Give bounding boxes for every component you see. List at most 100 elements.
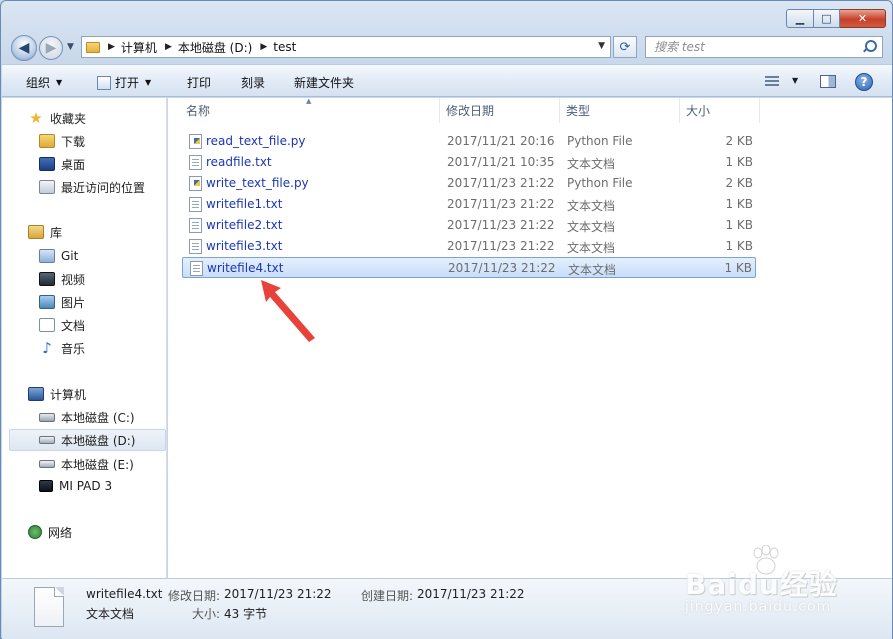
star-icon: ★ (29, 109, 43, 127)
file-row[interactable]: write_text_file.py 2017/11/23 21:22 Pyth… (182, 173, 756, 194)
details-created-label: 创建日期: (361, 589, 414, 603)
file-type: Python File (567, 176, 633, 190)
refresh-icon: ⟳ (619, 39, 631, 55)
file-modified: 2017/11/23 21:22 (447, 197, 555, 211)
baidu-watermark: Baidu经验 jingyan.baidu.com (681, 541, 851, 621)
file-size: 2 KB (725, 176, 753, 190)
drive-icon (39, 436, 55, 444)
maximize-button[interactable]: □ (814, 9, 840, 28)
recent-places-icon (39, 180, 55, 194)
text-file-icon (189, 218, 202, 233)
file-row[interactable]: read_text_file.py 2017/11/21 20:16 Pytho… (182, 131, 756, 152)
pictures-icon (39, 295, 55, 309)
breadcrumb-computer[interactable]: 计算机 (121, 39, 157, 56)
breadcrumb-test[interactable]: test (273, 40, 296, 54)
library-icon (28, 225, 44, 239)
windows-drive-icon (39, 412, 55, 422)
folder-icon (86, 41, 100, 53)
recent-pages-dropdown[interactable]: ▼ (67, 42, 74, 52)
file-size: 1 KB (725, 197, 753, 211)
breadcrumb-drive-d[interactable]: 本地磁盘 (D:) (178, 39, 252, 56)
text-file-icon (189, 239, 202, 254)
change-view-icon[interactable] (765, 76, 779, 86)
watermark-url: jingyan.baidu.com (685, 599, 832, 615)
nav-item-label: 最近访问的位置 (61, 180, 146, 195)
breadcrumb-separator-icon[interactable]: ▶ (260, 42, 267, 52)
forward-button[interactable]: ▶ (39, 36, 63, 60)
nav-item-label: 下载 (61, 134, 86, 149)
documents-icon (39, 318, 55, 332)
details-file-type: 文本文档 (86, 607, 135, 621)
nav-item-label: 本地磁盘 (C:) (61, 410, 135, 425)
nav-item-label: 本地磁盘 (E:) (61, 457, 134, 472)
nav-favorites-label: 收藏夹 (50, 111, 87, 126)
search-input[interactable] (654, 40, 862, 54)
column-header-date-modified[interactable]: 修改日期 (440, 98, 560, 123)
address-dropdown-icon[interactable]: ▼ (598, 41, 605, 51)
open-icon (97, 75, 111, 90)
videos-icon (39, 272, 55, 286)
desktop-icon (39, 157, 55, 171)
refresh-button[interactable]: ⟳ (613, 36, 637, 58)
file-row[interactable]: writefile1.txt 2017/11/23 21:22 文本文档 1 K… (182, 194, 756, 215)
open-menu[interactable]: 打开 ▼ (97, 74, 151, 91)
column-header-size[interactable]: 大小 (680, 98, 760, 123)
annotation-arrow-icon (261, 280, 315, 342)
column-header-name[interactable]: 名称 (180, 98, 440, 123)
details-size-value: 43 字节 (224, 607, 268, 621)
help-icon[interactable]: ? (855, 73, 873, 91)
nav-item-label: 文档 (61, 318, 86, 333)
file-row[interactable]: writefile2.txt 2017/11/23 21:22 文本文档 1 K… (182, 215, 756, 236)
network-icon (28, 525, 42, 539)
organize-label: 组织 (26, 76, 51, 90)
address-bar[interactable]: ▶ 计算机 ▶ 本地磁盘 (D:) ▶ test ▼ (81, 36, 611, 58)
python-file-icon (189, 134, 202, 149)
breadcrumb-separator-icon[interactable]: ▶ (108, 42, 115, 52)
file-size: 1 KB (725, 155, 753, 169)
nav-computer-label: 计算机 (50, 387, 87, 402)
python-file-icon (189, 176, 202, 191)
search-box[interactable] (645, 36, 883, 58)
burn-button[interactable]: 刻录 (241, 74, 265, 91)
text-file-large-icon (34, 587, 64, 627)
file-modified: 2017/11/21 10:35 (447, 155, 555, 169)
portable-device-icon (39, 480, 53, 492)
open-label: 打开 (115, 76, 140, 90)
file-name: writefile1.txt (206, 197, 283, 211)
file-type: 文本文档 (567, 241, 616, 255)
search-icon[interactable] (862, 40, 877, 54)
file-type: Python File (567, 134, 633, 148)
nav-item-label: 视频 (61, 272, 86, 287)
arrow-right-icon: ▶ (45, 40, 57, 56)
file-size: 1 KB (725, 218, 753, 232)
explorer-window: ▁ □ ✕ ◀ ▶ ▼ ▶ 计算机 ▶ 本地磁盘 (D:) ▶ test ▼ ⟳… (0, 0, 893, 639)
details-file-name: writefile4.txt (86, 587, 163, 601)
computer-icon (28, 387, 44, 401)
nav-item-label: 图片 (61, 295, 86, 310)
breadcrumb-separator-icon[interactable]: ▶ (165, 42, 172, 52)
details-modified-value: 2017/11/23 21:22 (224, 587, 332, 601)
back-button[interactable]: ◀ (11, 35, 37, 61)
new-folder-button[interactable]: 新建文件夹 (294, 74, 354, 91)
column-header-type[interactable]: 类型 (560, 98, 680, 123)
file-size: 2 KB (725, 134, 753, 148)
preview-pane-icon[interactable] (820, 75, 836, 88)
print-button[interactable]: 打印 (187, 74, 211, 91)
minimize-button[interactable]: ▁ (786, 9, 814, 28)
organize-menu[interactable]: 组织 ▼ (26, 74, 62, 91)
text-file-icon (190, 261, 203, 276)
file-name: writefile4.txt (207, 261, 284, 275)
file-size: 1 KB (725, 239, 753, 253)
nav-item-label: MI PAD 3 (59, 479, 113, 493)
file-name: write_text_file.py (206, 176, 309, 190)
file-row[interactable]: readfile.txt 2017/11/21 10:35 文本文档 1 KB (182, 152, 756, 173)
close-button[interactable]: ✕ (840, 9, 886, 28)
file-row[interactable]: writefile3.txt 2017/11/23 21:22 文本文档 1 K… (182, 236, 756, 257)
nav-item-drive-d[interactable]: 本地磁盘 (D:) (9, 429, 166, 451)
window-caption-buttons: ▁ □ ✕ (786, 9, 886, 28)
file-modified: 2017/11/21 20:16 (447, 134, 555, 148)
file-modified: 2017/11/23 21:22 (448, 261, 556, 275)
view-options-chevron-icon[interactable]: ▼ (792, 76, 798, 85)
watermark-brand: Baidu经验 (685, 568, 838, 601)
downloads-folder-icon (39, 134, 55, 148)
